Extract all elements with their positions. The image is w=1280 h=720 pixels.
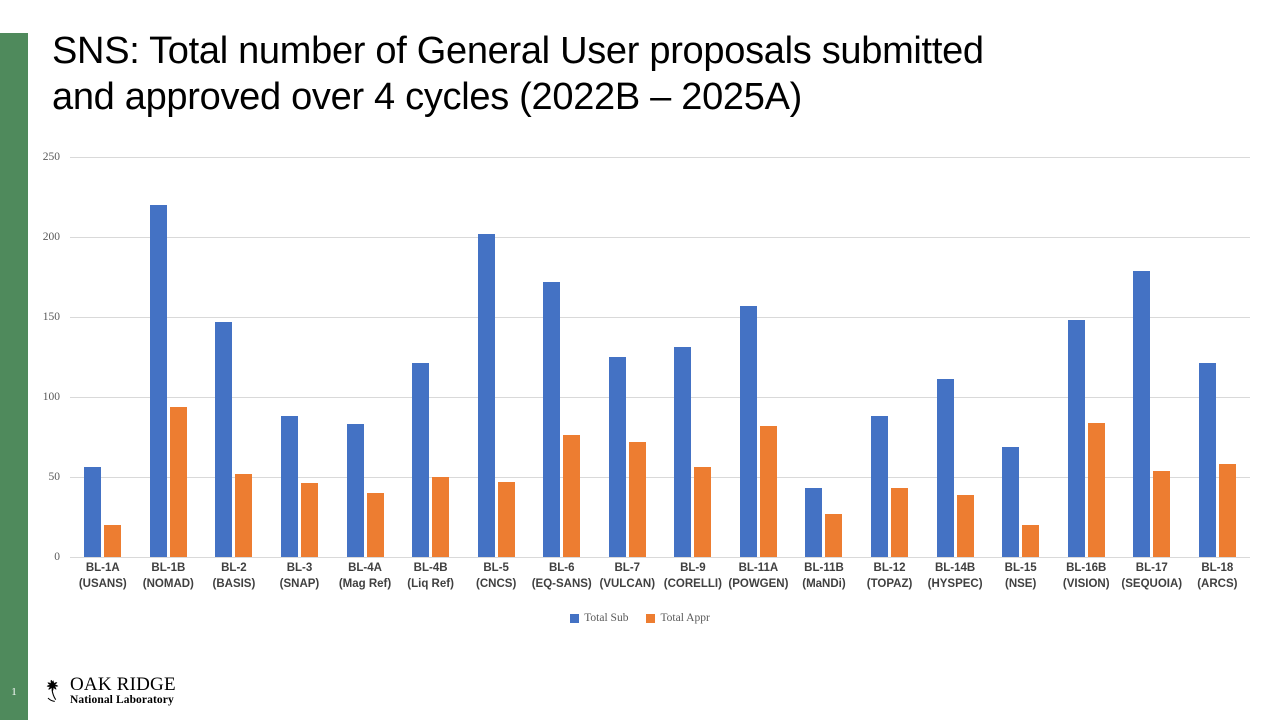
- x-axis-label: BL-9 (CORELLI): [663, 562, 722, 591]
- slide-number: 1: [11, 686, 17, 698]
- bar: [169, 406, 187, 557]
- bar-group: [136, 157, 202, 557]
- ornl-logo-text: OAK RIDGE National Laboratory: [70, 675, 176, 707]
- bar: [956, 494, 974, 557]
- ornl-logo: OAK RIDGE National Laboratory: [40, 675, 176, 707]
- bar: [215, 321, 233, 557]
- bar: [1067, 320, 1085, 557]
- bar-group: [1053, 157, 1119, 557]
- bar: [1002, 446, 1020, 557]
- legend-label: Total Appr: [660, 612, 710, 624]
- bar-group: [398, 157, 464, 557]
- bar: [674, 347, 692, 557]
- legend-item[interactable]: Total Appr: [646, 612, 710, 624]
- x-axis-label: BL-5 (CNCS): [476, 562, 517, 591]
- x-axis-label: BL-1A (USANS): [78, 562, 127, 591]
- bar: [366, 493, 384, 557]
- bar: [412, 363, 430, 557]
- x-axis-label: BL-17 (SEQUOIA): [1121, 562, 1183, 591]
- bar: [871, 416, 889, 557]
- x-axis-label: BL-6 (EQ-SANS): [531, 562, 592, 591]
- bar: [300, 483, 318, 557]
- legend-swatch: [646, 613, 656, 623]
- bar: [1153, 470, 1171, 557]
- slide: 1 SNS: Total number of General User prop…: [0, 0, 1280, 720]
- x-axis-labels: BL-1A (USANS) BL-1B (NOMAD) BL-2 (BASIS) BL…: [70, 560, 1250, 593]
- bar: [1218, 464, 1236, 557]
- bar: [149, 205, 167, 557]
- bar-group: [267, 157, 333, 557]
- bar-group: [791, 157, 857, 557]
- y-axis-tick-label: 200: [42, 231, 60, 243]
- plot-area: [70, 157, 1250, 558]
- x-axis-label: BL-7 (VULCAN): [599, 562, 656, 591]
- bar: [280, 416, 298, 557]
- y-axis-tick-label: 250: [42, 151, 60, 163]
- legend-item[interactable]: Total Sub: [570, 612, 628, 624]
- bar-groups: [70, 157, 1250, 557]
- page-title: SNS: Total number of General User propos…: [52, 30, 984, 119]
- oak-leaf-icon: [46, 679, 59, 702]
- bar: [825, 513, 843, 557]
- bar-group: [660, 157, 726, 557]
- chart-legend: Total Sub Total Appr: [0, 612, 1280, 624]
- y-axis-tick-label: 0: [54, 551, 60, 563]
- x-axis-label: BL-2 (BASIS): [212, 562, 256, 591]
- bar: [497, 481, 515, 557]
- bar-group: [201, 157, 267, 557]
- bar-group: [529, 157, 595, 557]
- bar: [936, 379, 954, 557]
- y-axis-tick-label: 100: [42, 391, 60, 403]
- x-axis-label: BL-11A (POWGEN): [728, 562, 789, 591]
- bar-group: [1185, 157, 1251, 557]
- bar-chart: 0 50 100 150 200 250 BL-1A (USANS) BL-1B (NOMA…: [0, 140, 1280, 640]
- bar: [628, 441, 646, 557]
- bar: [235, 473, 253, 557]
- logo-line-1: OAK RIDGE: [70, 674, 176, 695]
- legend-swatch: [570, 613, 580, 623]
- bar: [104, 525, 122, 557]
- bar: [759, 425, 777, 557]
- x-axis-label: BL-18 (ARCS): [1197, 562, 1238, 591]
- bar: [563, 435, 581, 557]
- bar: [805, 488, 823, 557]
- bar: [543, 281, 561, 557]
- bar: [1198, 363, 1216, 557]
- bar-group: [726, 157, 792, 557]
- x-axis-label: BL-1B (NOMAD): [142, 562, 194, 591]
- bar-group: [1119, 157, 1185, 557]
- gridline: [70, 557, 1250, 558]
- bar-group: [332, 157, 398, 557]
- x-axis-label: BL-16B (VISION): [1062, 562, 1110, 591]
- x-axis-label: BL-12 (TOPAZ): [866, 562, 913, 591]
- bar: [477, 233, 495, 557]
- bar: [84, 467, 102, 557]
- bar: [1022, 525, 1040, 557]
- x-axis-label: BL-14B (HYSPEC): [927, 562, 983, 591]
- bar-group: [595, 157, 661, 557]
- x-axis-label: BL-4A (Mag Ref): [338, 562, 392, 591]
- bar-group: [857, 157, 923, 557]
- legend-label: Total Sub: [584, 612, 629, 624]
- x-axis-label: BL-15 (NSE): [1004, 562, 1037, 591]
- logo-line-2: National Laboratory: [70, 694, 174, 706]
- bar: [1133, 270, 1151, 557]
- x-axis-label: BL-3 (SNAP): [279, 562, 320, 591]
- bar: [739, 305, 757, 557]
- y-axis-tick-label: 150: [42, 311, 60, 323]
- bar: [1087, 422, 1105, 557]
- x-axis-label: BL-11B (MaNDi): [802, 562, 846, 591]
- bar: [608, 357, 626, 557]
- bar: [432, 477, 450, 557]
- bar-group: [922, 157, 988, 557]
- bar-group: [70, 157, 136, 557]
- x-axis-label: BL-4B (Liq Ref): [407, 562, 454, 591]
- bar: [694, 467, 712, 557]
- y-axis-tick-label: 50: [48, 471, 61, 483]
- bar: [346, 424, 364, 557]
- bar-group: [988, 157, 1054, 557]
- bar: [891, 488, 909, 557]
- bar-group: [463, 157, 529, 557]
